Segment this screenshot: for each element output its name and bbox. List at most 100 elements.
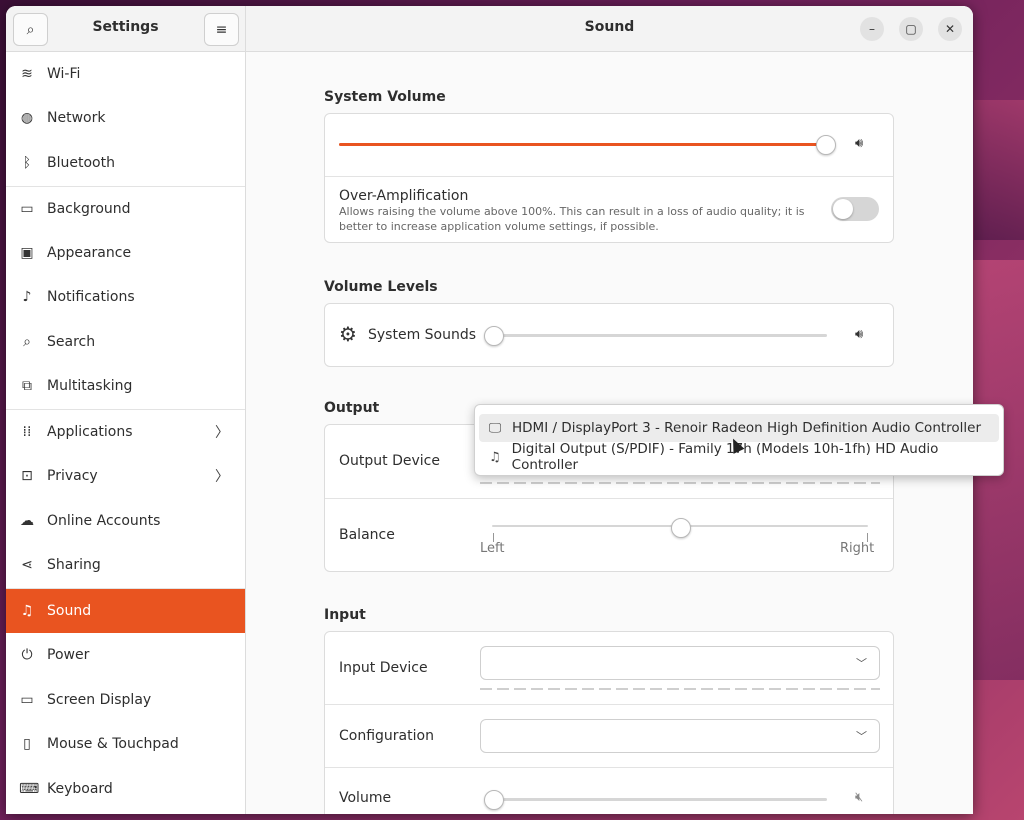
volume-levels-heading: Volume Levels [324,279,438,295]
output-heading: Output [324,400,380,416]
system-volume-card: 🔊︎ Over-Amplification Allows raising the… [324,113,894,243]
chevron-right-icon: 〉 [215,425,229,441]
sidebar-item-label: Bluetooth [47,155,115,171]
sidebar-item-label: Search [47,334,96,350]
wifi-icon: ≋ [21,66,33,82]
row-divider [325,498,893,499]
sidebar-item-notifications[interactable]: ♪ Notifications [6,275,245,319]
speaker-icon: 🔊︎ [855,136,864,151]
sidebar-item-label: Mouse & Touchpad [47,736,179,752]
over-amplification-label: Over-Amplification [339,188,469,204]
menu-button[interactable]: ≡ [204,13,239,46]
bell-icon: ♪ [22,289,32,305]
system-volume-heading: System Volume [324,89,446,105]
configuration-label: Configuration [339,728,434,744]
option-label: Digital Output (S/PDIF) - Family 17h (Mo… [511,441,939,473]
sidebar-item-label: Screen Display [47,692,152,708]
option-label: HDMI / DisplayPort 3 - Renoir Radeon Hig… [512,420,982,436]
maximize-button[interactable]: ▢ [899,17,923,41]
system-sounds-track [493,334,827,337]
balance-label: Balance [339,527,395,543]
output-device-underline [480,482,880,484]
sidebar-item-label: Network [47,110,106,126]
multitasking-icon: ⧉ [22,378,32,394]
sidebar-header: ⌕ Settings ≡ [6,6,245,52]
lock-icon: ⊡ [21,468,33,484]
background-icon: ▭ [20,201,34,217]
sidebar-item-label: Appearance [47,245,132,261]
sidebar-item-label: Sharing [47,557,101,573]
system-sounds-label: System Sounds [368,327,477,343]
output-device-label: Output Device [339,453,440,469]
sidebar-item-power[interactable]: ⏻ Power [6,633,245,677]
sidebar-item-online-accounts[interactable]: ☁ Online Accounts [6,499,245,543]
sidebar-item-privacy[interactable]: ⊡ Privacy 〉 [6,454,245,498]
sidebar: ⌕ Settings ≡ ≋ Wi-Fi ◍ Network ᛒ Bluetooth … [6,6,246,814]
close-icon: ✕ [944,22,956,36]
sidebar-item-multitasking[interactable]: ⧉ Multitasking [6,364,245,408]
input-volume-track [493,798,827,801]
minimize-icon: – [869,22,875,36]
over-amplification-toggle[interactable] [831,197,879,221]
close-button[interactable]: ✕ [938,17,962,41]
toggle-knob [833,199,853,219]
search-icon: ⌕ [23,334,31,350]
appearance-icon: ▣ [20,245,34,261]
chevron-down-icon: ﹀ [856,730,867,743]
apps-grid-icon: ⁞⁞ [22,424,32,440]
sidebar-item-label: Multitasking [47,378,133,394]
over-amplification-description: better to increase application volume se… [339,220,659,233]
keyboard-icon: ⌨ [19,781,40,797]
balance-slider[interactable] [671,518,691,538]
input-volume-label: Volume [339,790,392,806]
bluetooth-icon: ᛒ [22,155,32,171]
monitor-icon: ▭ [20,692,34,708]
sidebar-item-screen-display[interactable]: ▭ Screen Display [6,678,245,722]
row-divider [325,704,893,705]
input-card: Input Device ﹀ Configuration ﹀ Volume 🔇︎ [324,631,894,814]
balance-left-label: Left [480,541,505,556]
sidebar-item-network[interactable]: ◍ Network [6,96,245,140]
input-heading: Input [324,607,366,623]
sidebar-item-label: Background [47,201,131,217]
input-device-underline [480,688,880,690]
sidebar-item-label: Notifications [47,289,135,305]
system-sounds-slider[interactable] [484,326,504,346]
minimize-button[interactable]: – [860,17,884,41]
chevron-right-icon: 〉 [215,469,229,485]
maximize-icon: ▢ [905,22,917,36]
microphone-muted-icon: 🔇︎ [855,790,864,805]
input-volume-slider[interactable] [484,790,504,810]
sidebar-item-label: Keyboard [47,781,113,797]
sidebar-item-sound[interactable]: ♫ Sound [6,589,245,633]
sidebar-item-appearance[interactable]: ▣ Appearance [6,231,245,275]
sidebar-item-keyboard[interactable]: ⌨ Keyboard [6,767,245,811]
input-device-dropdown[interactable]: ﹀ [480,646,880,680]
configuration-dropdown[interactable]: ﹀ [480,719,880,753]
sidebar-item-background[interactable]: ▭ Background [6,187,245,231]
mouse-icon: ▯ [23,736,31,752]
volume-levels-card: ⚙ System Sounds 🔊︎ [324,303,894,367]
sidebar-item-wifi[interactable]: ≋ Wi-Fi [6,52,245,96]
sidebar-item-label: Online Accounts [47,513,161,529]
sidebar-item-label: Power [47,647,90,663]
row-divider [325,176,893,177]
sidebar-item-label: Sound [47,603,92,619]
music-file-icon: ♫ [488,449,501,465]
music-note-icon: ♫ [20,603,34,619]
power-icon: ⏻ [21,647,33,663]
sidebar-item-mouse-touchpad[interactable]: ▯ Mouse & Touchpad [6,722,245,766]
sidebar-item-sharing[interactable]: ⋖ Sharing [6,543,245,587]
hamburger-menu-icon: ≡ [215,21,228,38]
sidebar-item-applications[interactable]: ⁞⁞ Applications 〉 [6,410,245,454]
sidebar-item-label: Applications [47,424,133,440]
cloud-icon: ☁ [20,513,34,529]
sidebar-item-search[interactable]: ⌕ Search [6,320,245,364]
main-header: Sound – ▢ ✕ [246,6,973,52]
system-volume-fill [339,143,825,146]
sidebar-item-label: Wi-Fi [47,66,81,82]
sidebar-item-bluetooth[interactable]: ᛒ Bluetooth [6,141,245,185]
system-volume-slider[interactable] [816,135,836,155]
wallpaper-decoration [974,100,1024,240]
over-amplification-description: Allows raising the volume above 100%. Th… [339,205,805,218]
